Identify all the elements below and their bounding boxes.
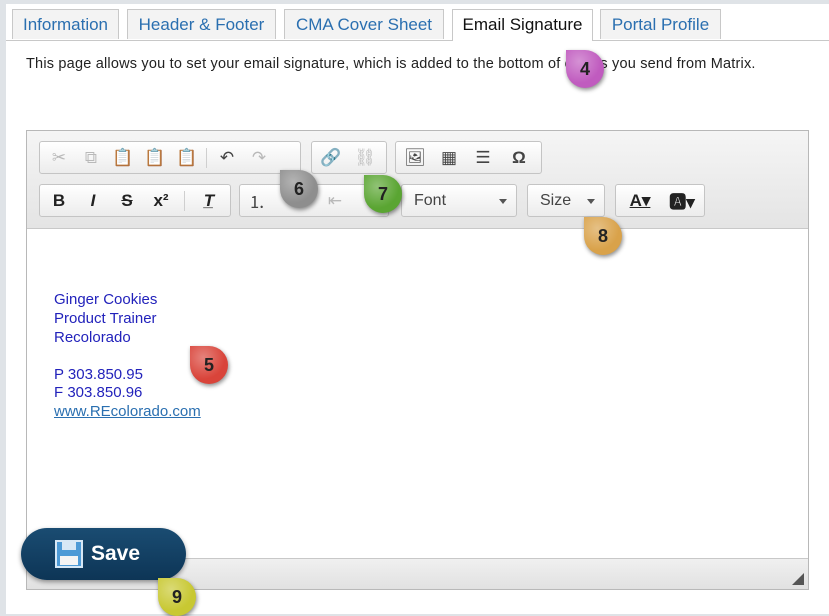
signature-website-link[interactable]: www.REcolorado.com — [54, 403, 201, 420]
tab-cma-cover-sheet[interactable]: CMA Cover Sheet — [284, 9, 444, 39]
copy-icon[interactable]: ⧉ — [76, 142, 106, 173]
chevron-down-icon — [499, 199, 507, 204]
toolbar-separator — [184, 191, 185, 211]
unlink-icon[interactable]: ⛓ — [350, 142, 380, 173]
floppy-disk-icon — [55, 540, 83, 568]
remove-format-icon[interactable]: T̲ — [194, 185, 224, 216]
editor-toolbar: ✂ ⧉ 📋 📋 📋 ↶ ↷ 🔗 ⛓ 🖼 ▦ ☰ Ω B I S x² T̲ ⒈ … — [27, 131, 808, 229]
link-icon[interactable]: 🔗 — [316, 142, 346, 173]
callout-number: 9 — [171, 586, 182, 607]
callout-marker: 5 — [190, 346, 228, 384]
callout-number: 4 — [579, 58, 590, 79]
image-icon[interactable]: 🖼 — [400, 142, 430, 173]
undo-icon[interactable]: ↶ — [212, 142, 242, 173]
callout-marker: 8 — [584, 217, 622, 255]
background-color-icon[interactable]: 🅰▾ — [662, 185, 702, 216]
size-select[interactable]: Size — [527, 184, 605, 217]
font-select-label: Font — [414, 192, 447, 209]
save-button[interactable]: Save — [21, 528, 186, 580]
editor-content[interactable]: Ginger Cookies Product Trainer Recolorad… — [27, 229, 808, 559]
callout-marker: 4 — [566, 50, 604, 88]
callout-number: 8 — [597, 225, 608, 246]
decrease-indent-icon[interactable]: ⇤ — [320, 185, 350, 216]
toolbar-separator — [206, 148, 207, 168]
font-select[interactable]: Font — [401, 184, 517, 217]
color-group: A▾ 🅰▾ — [615, 184, 705, 217]
horizontal-line-icon[interactable]: ☰ — [468, 142, 498, 173]
signature-title: Product Trainer — [54, 310, 157, 327]
tab-header-footer[interactable]: Header & Footer — [127, 9, 276, 39]
callout-marker: 7 — [364, 175, 402, 213]
resize-handle-icon[interactable] — [792, 573, 804, 585]
callout-marker: 6 — [280, 170, 318, 208]
signature-settings-panel: Information Header & Footer CMA Cover Sh… — [6, 4, 829, 614]
link-group: 🔗 ⛓ — [311, 141, 387, 174]
bold-icon[interactable]: B — [44, 185, 74, 216]
signature-website: www.REcolorado.com — [54, 403, 201, 420]
tab-information[interactable]: Information — [12, 9, 119, 39]
callout-number: 7 — [377, 183, 388, 204]
cut-icon[interactable]: ✂ — [44, 142, 74, 173]
paste-text-icon[interactable]: 📋 — [140, 142, 170, 173]
callout-marker: 9 — [158, 578, 196, 616]
signature-name: Ginger Cookies — [54, 291, 158, 308]
text-color-icon[interactable]: A▾ — [620, 185, 660, 216]
rich-text-editor: ✂ ⧉ 📋 📋 📋 ↶ ↷ 🔗 ⛓ 🖼 ▦ ☰ Ω B I S x² T̲ ⒈ … — [26, 130, 809, 590]
save-button-label: Save — [91, 542, 141, 565]
paste-icon[interactable]: 📋 — [108, 142, 138, 173]
numbered-list-icon[interactable]: ⒈ — [242, 185, 272, 216]
tab-bar: Information Header & Footer CMA Cover Sh… — [6, 4, 829, 41]
format-group: B I S x² T̲ — [39, 184, 231, 217]
callout-number: 5 — [203, 354, 214, 375]
signature-company: Recolorado — [54, 329, 131, 346]
superscript-icon[interactable]: x² — [146, 185, 176, 216]
table-icon[interactable]: ▦ — [434, 142, 464, 173]
signature-fax: F 303.850.96 — [54, 384, 143, 401]
redo-icon[interactable]: ↷ — [244, 142, 274, 173]
tab-email-signature[interactable]: Email Signature — [452, 9, 593, 41]
size-select-label: Size — [540, 192, 572, 209]
intro-text: This page allows you to set your email s… — [26, 56, 756, 72]
insert-group: 🖼 ▦ ☰ Ω — [395, 141, 542, 174]
paste-word-icon[interactable]: 📋 — [172, 142, 202, 173]
signature-phone: P 303.850.95 — [54, 366, 143, 383]
strikethrough-icon[interactable]: S — [112, 185, 142, 216]
italic-icon[interactable]: I — [78, 185, 108, 216]
tab-portal-profile[interactable]: Portal Profile — [600, 9, 721, 39]
clipboard-group: ✂ ⧉ 📋 📋 📋 ↶ ↷ — [39, 141, 301, 174]
special-character-icon[interactable]: Ω — [504, 142, 534, 173]
callout-number: 6 — [293, 178, 304, 199]
chevron-down-icon — [587, 199, 595, 204]
